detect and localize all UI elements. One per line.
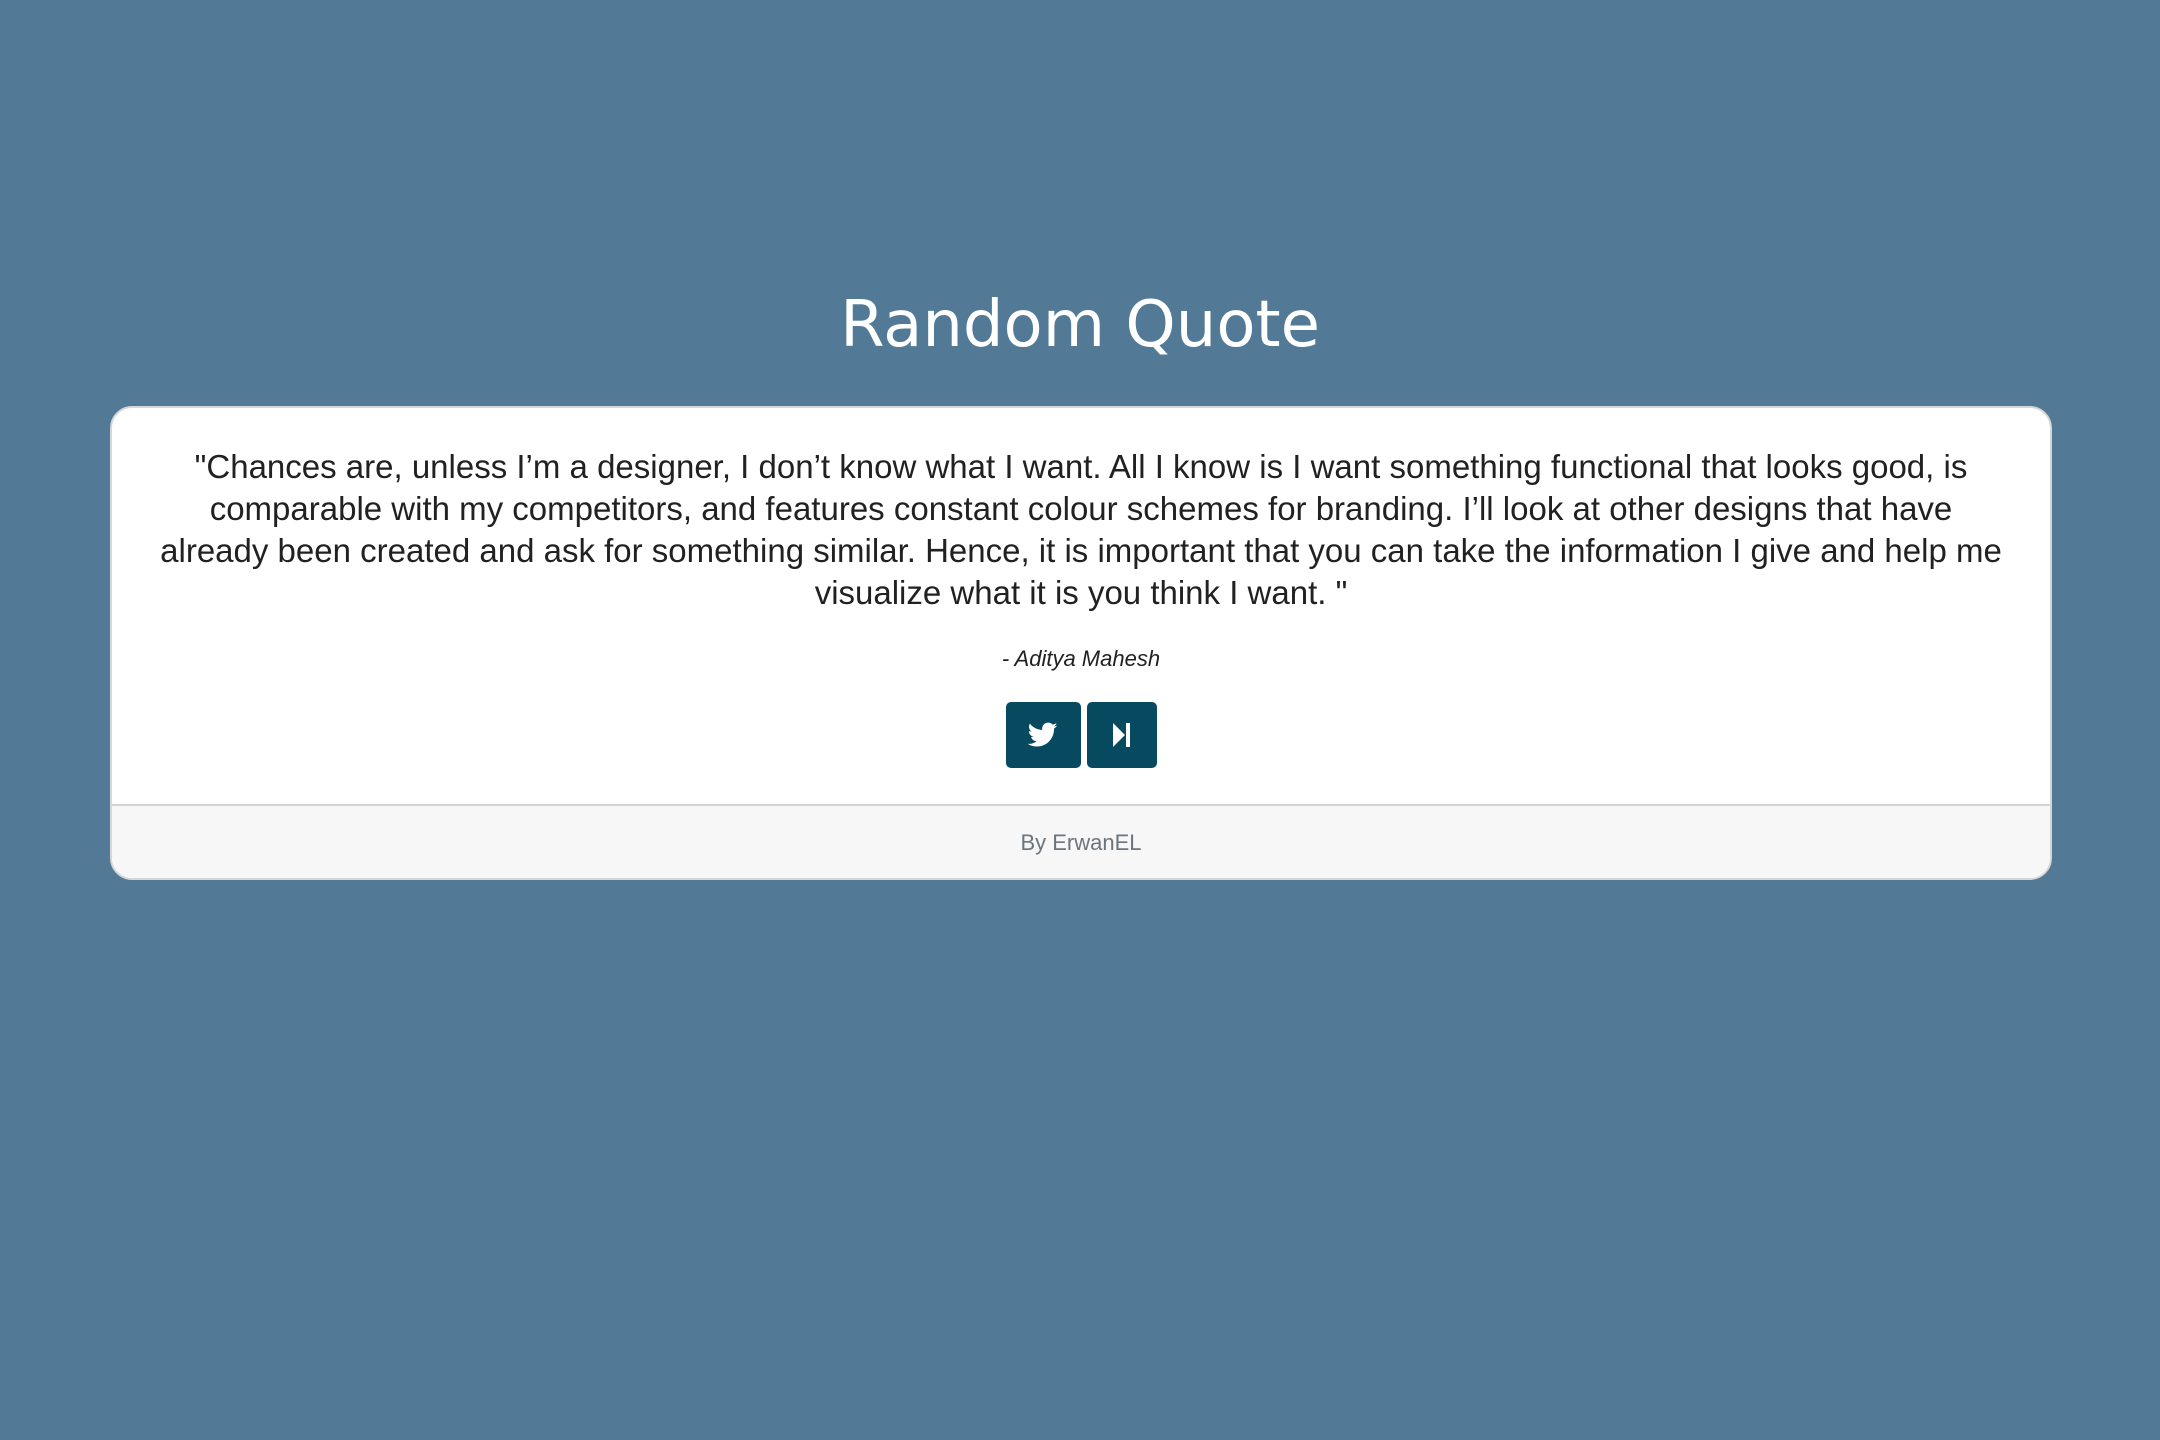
skip-next-icon (1112, 723, 1130, 747)
quote-card: "Chances are, unless I’m a designer, I d… (110, 406, 2052, 880)
quote-card-body: "Chances are, unless I’m a designer, I d… (112, 408, 2050, 804)
tweet-quote-button[interactable] (1005, 702, 1081, 768)
twitter-icon (1028, 722, 1058, 747)
quote-actions (112, 702, 2050, 768)
quote-text: "Chances are, unless I’m a designer, I d… (160, 448, 2002, 611)
quote-author: - Aditya Mahesh (1001, 646, 1161, 671)
next-quote-button[interactable] (1086, 702, 1157, 768)
page-title: Random Quote (840, 288, 1320, 362)
card-footer-credit: By ErwanEL (112, 804, 2050, 878)
